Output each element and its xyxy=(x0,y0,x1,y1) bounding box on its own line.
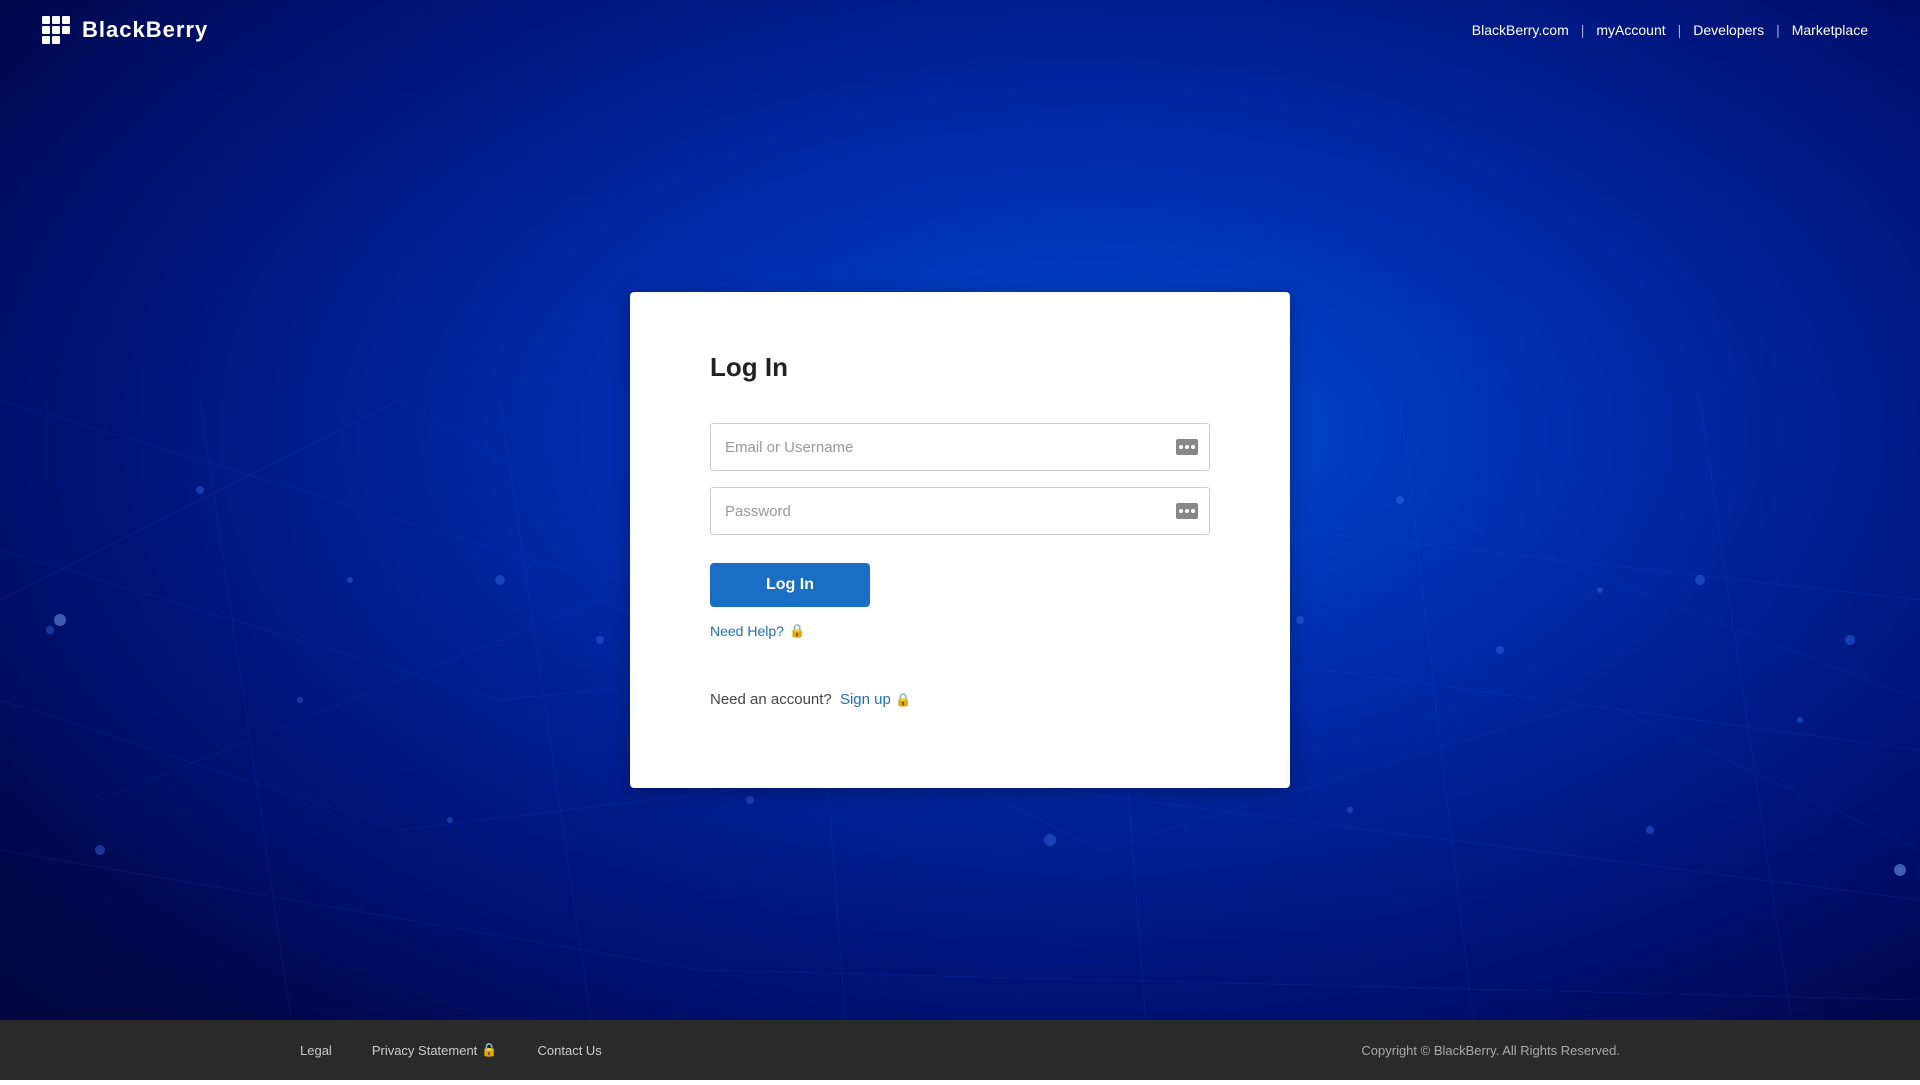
lock-icon: 🔒 xyxy=(789,623,805,639)
footer-legal-link[interactable]: Legal xyxy=(300,1043,332,1058)
need-help-link[interactable]: Need Help? 🔒 xyxy=(710,623,805,639)
password-input-icon xyxy=(1176,503,1198,519)
dots-icon xyxy=(1179,445,1195,449)
footer-contact-link[interactable]: Contact Us xyxy=(538,1043,602,1058)
email-input-icon xyxy=(1176,439,1198,455)
footer: Legal Privacy Statement 🔒 Contact Us Cop… xyxy=(0,1020,1920,1080)
signup-prompt-text: Need an account? xyxy=(710,691,832,708)
signup-lock-icon: 🔒 xyxy=(895,692,911,708)
password-input[interactable] xyxy=(710,487,1210,535)
footer-links: Legal Privacy Statement 🔒 Contact Us xyxy=(300,1042,602,1058)
signup-link-text: Sign up xyxy=(840,691,891,708)
footer-privacy-link[interactable]: Privacy Statement 🔒 xyxy=(372,1042,498,1058)
signup-link[interactable]: Sign up 🔒 xyxy=(840,691,911,708)
signup-section: Need an account? Sign up 🔒 xyxy=(710,691,1210,708)
footer-copyright: Copyright © BlackBerry. All Rights Reser… xyxy=(1361,1043,1620,1058)
login-title: Log In xyxy=(710,352,1210,383)
footer-privacy-lock-icon: 🔒 xyxy=(481,1042,497,1058)
login-card: Log In Log In Nee xyxy=(630,292,1290,788)
email-input[interactable] xyxy=(710,423,1210,471)
need-help-text: Need Help? xyxy=(710,623,784,639)
main-content: Log In Log In Nee xyxy=(0,0,1920,1080)
footer-privacy-text: Privacy Statement xyxy=(372,1043,478,1058)
login-button[interactable]: Log In xyxy=(710,563,870,607)
email-field-group xyxy=(710,423,1210,471)
dots-icon-pw xyxy=(1179,509,1195,513)
password-field-group xyxy=(710,487,1210,535)
